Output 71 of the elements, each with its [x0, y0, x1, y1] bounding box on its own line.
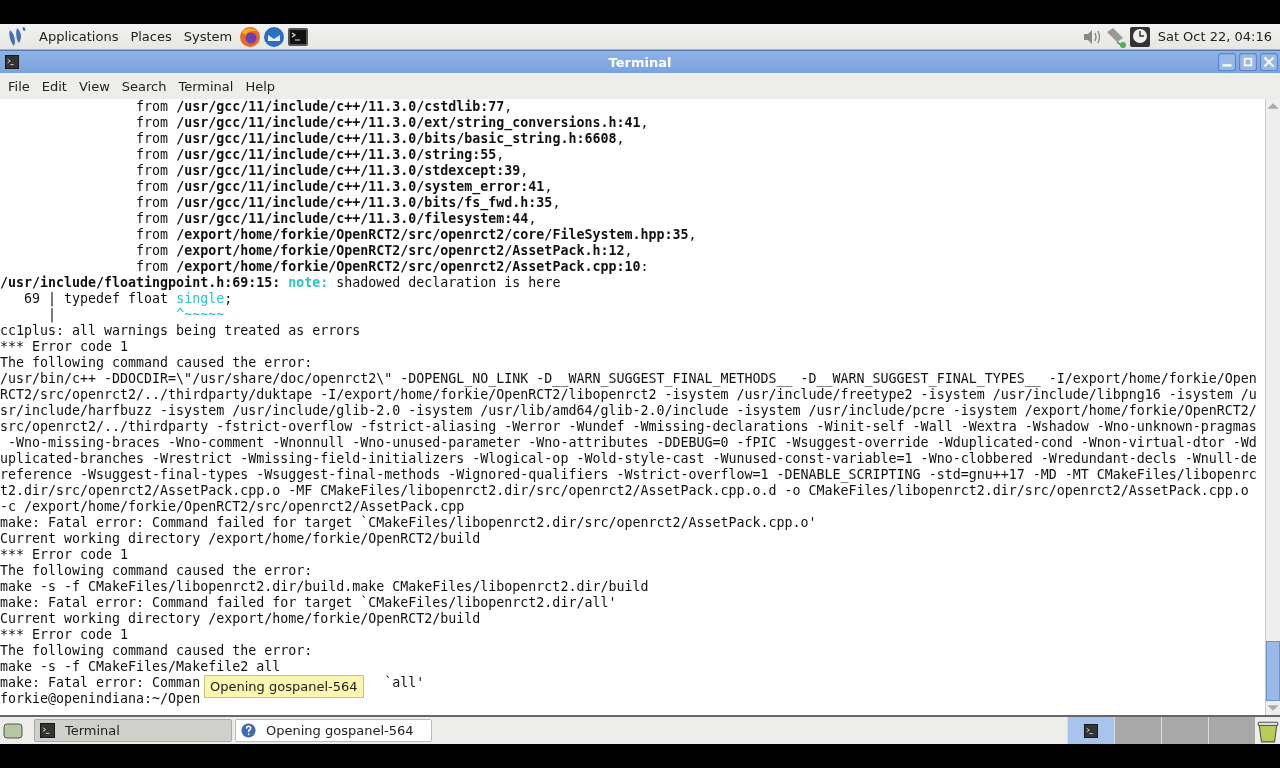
- terminal-line: The following command caused the error:: [0, 643, 313, 659]
- panel-menu[interactable]: Places: [124, 29, 178, 44]
- terminal-line: sr/include/harfbuzz -isystem /usr/include/glib-2.0 -isystem /usr/lib/amd64/glib-2.0/include -isystem /usr/include/pcre -isystem /export/home/forkie/OpenRCT2/: [0, 403, 1257, 419]
- menu-item[interactable]: Terminal: [172, 78, 240, 94]
- terminal-icon[interactable]: [287, 25, 310, 48]
- terminal-line: uplicated-branches -Wrestrict -Wmissing-field-initializers -Wlogical-op -Wold-style-cast -Wunused-const-variable=1 -Wno-clobbered -Wredundant-decls -Wnull-de: [0, 451, 1257, 467]
- clock[interactable]: Sat Oct 22, 04:16: [1151, 29, 1276, 44]
- clock-icon[interactable]: [1128, 25, 1151, 48]
- maximize-button[interactable]: [1239, 53, 1257, 71]
- terminal-line: from /usr/gcc/11/include/c++/11.3.0/stdexcept:39,: [135, 163, 529, 179]
- scrollbar-thumb[interactable]: [1266, 641, 1280, 701]
- workspace-switcher-cell[interactable]: [1161, 717, 1208, 744]
- menu-item[interactable]: Search: [115, 78, 173, 94]
- terminal-line: make -s -f CMakeFiles/Makefile2 all: [0, 659, 281, 675]
- close-button[interactable]: [1260, 53, 1278, 71]
- terminal-line: *** Error code 1: [0, 627, 129, 643]
- terminal-line: from /export/home/forkie/OpenRCT2/src/openrct2/core/FileSystem.hpp:35,: [135, 227, 697, 243]
- terminal-line-fragment: `all': [384, 675, 425, 690]
- terminal-icon: [1084, 723, 1098, 738]
- terminal-line: forkie@openindiana:~/Open: [0, 691, 201, 707]
- foot-logo-icon[interactable]: [7, 25, 27, 48]
- scrollbar[interactable]: [1265, 99, 1280, 715]
- terminal-line-fragment: make: Fatal error: Comman: [0, 675, 201, 690]
- terminal-line: 69 | typedef float single;: [23, 291, 233, 307]
- terminal-line: reference -Wsuggest-final-types -Wsuggest-final-methods -Wignored-qualifiers -Wstrict-overflow=1 -DENABLE_SCRIPTING -std=gnu++17 -MD -MT CMakeFiles/libopenrc: [0, 467, 1257, 483]
- terminal-icon: [40, 723, 55, 738]
- panel-menu[interactable]: System: [177, 29, 239, 44]
- terminal-line: from /usr/gcc/11/include/c++/11.3.0/system_error:41,: [135, 179, 553, 195]
- terminal-line: from /usr/gcc/11/include/c++/11.3.0/cstdlib:77,: [135, 99, 513, 115]
- workspace-switcher-cell[interactable]: [1114, 717, 1161, 744]
- taskbar-button[interactable]: Opening gospanel-564: [235, 719, 432, 742]
- menu-item[interactable]: File: [2, 78, 36, 94]
- window-title: Terminal: [608, 54, 672, 70]
- panel-menu[interactable]: Applications: [33, 29, 125, 44]
- mail-client-icon[interactable]: [263, 25, 286, 48]
- terminal-line: cc1plus: all warnings being treated as errors: [0, 323, 361, 339]
- menu-item[interactable]: View: [72, 78, 116, 94]
- terminal-line: make -s -f CMakeFiles/libopenrct2.dir/build.make CMakeFiles/libopenrct2.dir/build: [0, 579, 649, 595]
- help-icon: [241, 723, 256, 738]
- terminal-line: make: Fatal error: Command failed for target `CMakeFiles/libopenrct2.dir/all': [0, 595, 617, 611]
- terminal-line: from /usr/gcc/11/include/c++/11.3.0/ext/string_conversions.h:41,: [135, 115, 649, 131]
- terminal-line: from /usr/gcc/11/include/c++/11.3.0/string:55,: [135, 147, 505, 163]
- menu-item[interactable]: Edit: [35, 78, 73, 94]
- taskbar-button[interactable]: Terminal: [34, 719, 232, 742]
- minimize-button[interactable]: [1218, 53, 1236, 71]
- terminal-line: The following command caused the error:: [0, 563, 313, 579]
- terminal-line: from /export/home/forkie/OpenRCT2/src/openrct2/AssetPack.cpp:10:: [135, 259, 649, 275]
- terminal-line: -c /export/home/forkie/OpenRCT2/src/openrct2/AssetPack.cpp: [0, 499, 465, 515]
- workspace-switcher-cell[interactable]: [1067, 717, 1114, 744]
- browser-icon[interactable]: [239, 25, 262, 48]
- terminal-line: -Wno-missing-braces -Wno-comment -Wnonnull -Wno-unused-parameter -Wno-attributes -DDEBUG=0 -fPIC -Wsuggest-override -Wduplicated-cond -Wnon-virtual-dtor -Wd: [7, 435, 1257, 451]
- terminal-line: make: Fatal error: Command failed for target `CMakeFiles/libopenrct2.dir/src/openrct2/AssetPack.cpp.o': [0, 515, 817, 531]
- terminal-line: *** Error code 1: [0, 547, 129, 563]
- terminal-line: RCT2/src/openrct2/../thirdparty/duktape -I/export/home/forkie/OpenRCT2/libopenrct2 -isystem /usr/include/freetype2 -isystem /usr/include/libpng16 -isystem /u: [0, 387, 1257, 403]
- menu-item[interactable]: Help: [239, 78, 282, 94]
- terminal-line: The following command caused the error:: [0, 355, 313, 371]
- terminal-line: /usr/bin/c++ -DDOCDIR=\"/usr/share/doc/openrct2\" -DOPENGL_NO_LINK -D__WARN_SUGGEST_FINAL_METHODS__ -D__WARN_SUGGEST_FINAL_TYPES__ -I/export/home/forkie/Open: [0, 371, 1257, 387]
- terminal-line: Current working directory /export/home/forkie/OpenRCT2/build: [0, 531, 481, 547]
- terminal-line: | ^~~~~~: [47, 307, 225, 323]
- terminal-line: /usr/include/floatingpoint.h:69:15: note: shadowed declaration is here: [0, 275, 561, 291]
- terminal-line: t2.dir/src/openrct2/AssetPack.cpp.o -MF CMakeFiles/libopenrct2.dir/src/openrct2/AssetPack.cpp.o.d -o CMakeFiles/libopenrct2.dir/src/openrct2/AssetPack.cpp.o: [0, 483, 1249, 499]
- terminal-line: Current working directory /export/home/forkie/OpenRCT2/build: [0, 611, 481, 627]
- terminal-line: src/openrct2/../thirdparty -fstrict-overflow -fstrict-aliasing -Werror -Wundef -Wmissing-declarations -Winit-self -Wall -Wextra -Wshadow -Wno-unknown-pragmas: [0, 419, 1257, 435]
- terminal-line: from /export/home/forkie/OpenRCT2/src/openrct2/AssetPack.h:12,: [135, 243, 633, 259]
- terminal-line: from /usr/gcc/11/include/c++/11.3.0/bits/basic_string.h:6608,: [135, 131, 625, 147]
- workspace-switcher-cell[interactable]: [1208, 717, 1255, 744]
- terminal-line: from /usr/gcc/11/include/c++/11.3.0/bits/fs_fwd.h:35,: [135, 195, 561, 211]
- terminal-icon[interactable]: [5, 55, 19, 69]
- terminal-line: *** Error code 1: [0, 339, 129, 355]
- terminal-line: from /usr/gcc/11/include/c++/11.3.0/filesystem:44,: [135, 211, 537, 227]
- tooltip: Opening gospanel-564: [204, 675, 364, 698]
